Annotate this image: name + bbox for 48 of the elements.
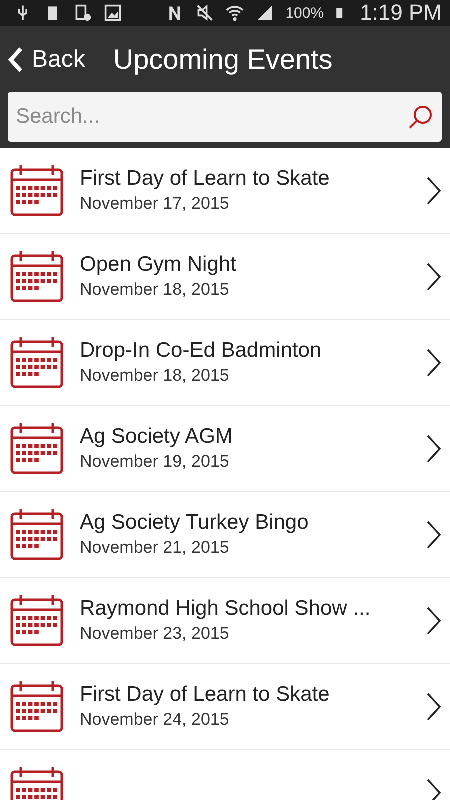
event-date: November 23, 2015	[80, 624, 230, 644]
chevron-right-icon	[426, 520, 442, 550]
clock-time: 1:19 PM	[360, 0, 442, 26]
back-chevron-icon[interactable]	[8, 46, 24, 74]
event-date: November 24, 2015	[80, 710, 230, 730]
calendar-icon	[10, 508, 64, 562]
calendar-icon	[10, 594, 64, 648]
calendar-icon	[10, 680, 64, 734]
event-title: Ag Society Turkey Bingo	[80, 511, 310, 535]
chevron-right-icon	[426, 692, 442, 722]
event-date: November 17, 2015	[80, 194, 230, 214]
battery-percent: 100%	[286, 4, 324, 22]
event-title: Drop-In Co-Ed Badminton	[80, 339, 323, 363]
page-title: Upcoming Events	[113, 44, 333, 76]
signal-icon	[256, 3, 274, 23]
search-icon[interactable]	[408, 104, 434, 130]
calendar-icon	[10, 164, 64, 218]
event-title: Ag Society AGM	[80, 425, 234, 449]
chevron-right-icon	[426, 262, 442, 292]
back-button[interactable]: Back	[8, 46, 86, 74]
chevron-right-icon	[426, 176, 442, 206]
event-row[interactable]: Ag Society Turkey Bingo November 21, 2015	[0, 492, 450, 578]
event-date: November 18, 2015	[80, 366, 230, 386]
wifi-icon	[226, 3, 244, 23]
image-icon	[104, 3, 122, 23]
event-title: First Day of Learn to Skate	[80, 683, 331, 707]
event-row[interactable]: First Day of Learn to Skate November 17, 2015	[0, 148, 450, 234]
calendar-icon	[10, 422, 64, 476]
chevron-right-icon	[426, 778, 442, 800]
event-row[interactable]: Open Gym Night November 18, 2015	[0, 234, 450, 320]
mute-icon	[196, 3, 214, 23]
event-date: November 19, 2015	[80, 452, 230, 472]
event-title: Raymond High School Show ...	[80, 597, 372, 621]
event-date: November 21, 2015	[80, 538, 230, 558]
event-row[interactable]: Ag Society AGM November 19, 2015	[0, 406, 450, 492]
search-input[interactable]: Search...	[14, 104, 408, 130]
chevron-right-icon	[426, 348, 442, 378]
event-row[interactable]: First Day of Learn to Skate November 24, 2015	[0, 664, 450, 750]
search-field[interactable]: Search...	[8, 92, 442, 142]
event-row[interactable]: Drop-In Co-Ed Badminton November 18, 2015	[0, 320, 450, 406]
calendar-icon	[10, 336, 64, 390]
chevron-right-icon	[426, 606, 442, 636]
calendar-icon	[10, 250, 64, 304]
event-row[interactable]: Raymond High School Show ... November 23, 2015	[0, 578, 450, 664]
event-date: November 18, 2015	[80, 280, 230, 300]
chevron-right-icon	[426, 434, 442, 464]
event-title: Open Gym Night	[80, 253, 238, 277]
event-title: First Day of Learn to Skate	[80, 167, 331, 191]
